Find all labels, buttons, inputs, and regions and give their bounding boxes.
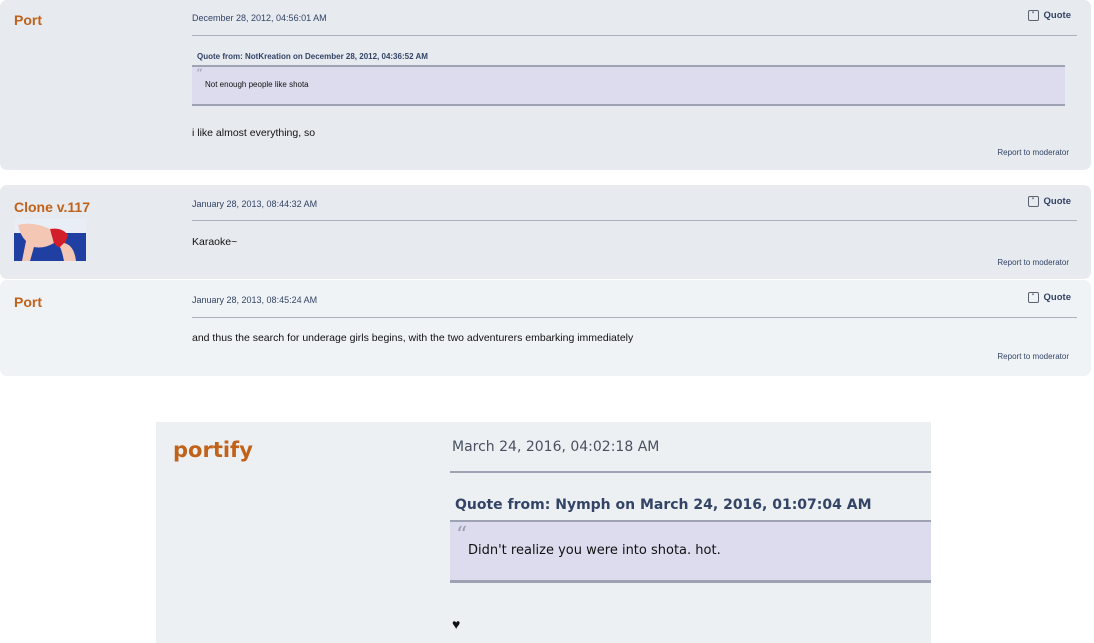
poster-name[interactable]: Port bbox=[14, 294, 42, 310]
post-body: and thus the search for underage girls b… bbox=[192, 332, 634, 344]
quote-header[interactable]: Quote from: Nymph on March 24, 2016, 01:… bbox=[455, 497, 872, 513]
post-body: i like almost everything, so bbox=[192, 127, 316, 139]
quote-text: Didn't realize you were into shota. hot. bbox=[468, 543, 721, 558]
quotation-mark-icon: “ bbox=[456, 523, 468, 548]
post-date[interactable]: December 28, 2012, 04:56:01 AM bbox=[192, 13, 327, 23]
quote-button-label: Quote bbox=[1043, 10, 1071, 21]
forum-post: Port December 28, 2012, 04:56:01 AM " Qu… bbox=[0, 0, 1091, 170]
poster-name[interactable]: Clone v.117 bbox=[14, 199, 90, 215]
quote-block: “ Didn't realize you were into shota. ho… bbox=[450, 520, 931, 583]
forum-post: Clone v.117 January 28, 2013, 08:44:32 A… bbox=[0, 185, 1091, 279]
post-date[interactable]: January 28, 2013, 08:45:24 AM bbox=[192, 295, 317, 305]
poster-name[interactable]: Port bbox=[14, 12, 42, 28]
quote-button-label: Quote bbox=[1043, 292, 1071, 303]
quotation-mark-icon: “ bbox=[196, 67, 203, 82]
quote-text: Not enough people like shota bbox=[205, 80, 309, 89]
poster-name[interactable]: portify bbox=[173, 438, 253, 462]
quote-block: “ Not enough people like shota bbox=[192, 65, 1065, 106]
report-link[interactable]: Report to moderator bbox=[997, 352, 1069, 361]
report-link[interactable]: Report to moderator bbox=[997, 258, 1069, 267]
forum-post: Port January 28, 2013, 08:45:24 AM " Quo… bbox=[0, 280, 1091, 376]
post-body: ♥ bbox=[452, 616, 461, 632]
zoomed-forum-post: portify March 24, 2016, 04:02:18 AM Quot… bbox=[156, 422, 931, 643]
quote-button[interactable]: " Quote bbox=[1027, 196, 1071, 207]
report-link[interactable]: Report to moderator bbox=[997, 148, 1069, 157]
avatar[interactable] bbox=[14, 219, 86, 261]
quote-button[interactable]: " Quote bbox=[1027, 292, 1071, 303]
quote-header[interactable]: Quote from: NotKreation on December 28, … bbox=[197, 52, 428, 61]
quote-icon: " bbox=[1027, 196, 1039, 207]
divider bbox=[450, 471, 931, 473]
post-date[interactable]: January 28, 2013, 08:44:32 AM bbox=[192, 199, 317, 209]
quote-icon: " bbox=[1027, 10, 1039, 21]
divider bbox=[192, 35, 1077, 36]
divider bbox=[192, 317, 1077, 318]
post-date[interactable]: March 24, 2016, 04:02:18 AM bbox=[452, 439, 659, 455]
quote-button[interactable]: " Quote bbox=[1027, 10, 1071, 21]
quote-icon: " bbox=[1027, 292, 1039, 303]
divider bbox=[192, 220, 1077, 221]
quote-button-label: Quote bbox=[1043, 196, 1071, 207]
post-body: Karaoke~ bbox=[192, 236, 238, 248]
